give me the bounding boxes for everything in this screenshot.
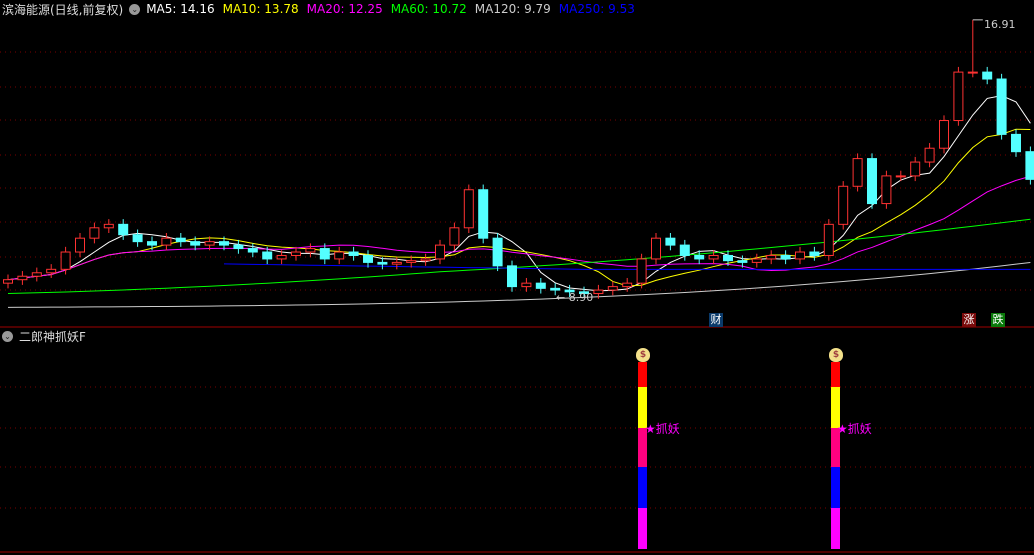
candle-body (17, 275, 28, 281)
candle-body (1025, 151, 1034, 180)
candle-body (881, 175, 892, 205)
candle-body (291, 251, 301, 256)
candle-body (780, 254, 791, 260)
low-price-label: ← 8.90 (556, 291, 594, 304)
ma60-line (7, 218, 1031, 295)
candle-body (391, 261, 402, 265)
candle-body (60, 251, 71, 270)
candle-body (507, 265, 517, 288)
candle-body (247, 248, 258, 253)
candle-body (449, 227, 460, 246)
candle-body (651, 237, 661, 260)
candle-body (607, 286, 618, 291)
ma5-line (7, 95, 1031, 292)
candle-body (420, 258, 431, 262)
candle-body (262, 251, 273, 260)
candle-body (953, 71, 964, 122)
candle-body (838, 185, 849, 225)
candle-body (348, 251, 359, 256)
candle-body (147, 241, 157, 246)
candle-body (219, 241, 229, 246)
candle-body (535, 282, 546, 289)
candle-body (103, 223, 114, 229)
price-chart[interactable] (0, 0, 1034, 555)
candle-body (3, 279, 13, 284)
candle-body (982, 71, 993, 80)
signal-bar-segment (831, 467, 840, 508)
candle-body (175, 237, 186, 243)
candle-body (319, 248, 330, 260)
candle-body (89, 227, 100, 239)
signal-bar-segment (638, 508, 647, 549)
candle-body (132, 234, 143, 243)
candle-body (46, 268, 57, 274)
candle-body (204, 241, 215, 246)
signal-label: ★抓妖 (837, 422, 872, 436)
candle-body (190, 241, 201, 246)
candle-body (766, 254, 777, 260)
candle-body (521, 282, 532, 288)
candle-body (622, 282, 633, 288)
candle-body (924, 147, 935, 163)
candle-body (823, 223, 834, 256)
indicator-title: 二郎神抓妖F (19, 329, 86, 344)
candle-body (31, 272, 42, 277)
candle-body (895, 175, 906, 178)
candle-body (795, 251, 805, 260)
candle-body (679, 244, 690, 256)
ma20-line (7, 175, 1031, 281)
candle-body (492, 237, 503, 267)
candle-body (1011, 133, 1021, 153)
ma10-line (7, 128, 1031, 287)
signal-bar-segment (638, 467, 647, 508)
candle-body (751, 258, 762, 263)
candle-body (463, 189, 474, 229)
candle-body (967, 71, 978, 74)
candle-body (406, 260, 417, 263)
candle-body (118, 223, 129, 236)
candle-body (867, 158, 877, 205)
candle-body (435, 244, 445, 260)
candle-body (910, 161, 921, 177)
chevron-down-icon[interactable]: ⌄ (2, 330, 13, 342)
die-marker[interactable]: 跌 (991, 313, 1005, 327)
candle-body (334, 251, 345, 260)
indicator-header: ⌄ 二郎神抓妖F (2, 328, 86, 344)
high-price-label: 16.91 (984, 18, 1016, 31)
candle-body (233, 244, 244, 250)
candle-body (161, 237, 172, 246)
money-bag-icon: $ (636, 348, 650, 362)
signal-bar-segment (638, 362, 647, 387)
candle-body (377, 261, 388, 265)
candle-body (665, 237, 676, 246)
low-price-value: 8.90 (568, 291, 594, 304)
candle-body (809, 251, 820, 256)
candle-body (636, 258, 647, 284)
candle-body (75, 237, 85, 253)
signal-label: ★抓妖 (645, 422, 680, 436)
candle-body (305, 248, 316, 253)
candle-body (939, 120, 949, 149)
candle-body (478, 189, 489, 239)
candle-body (723, 254, 733, 262)
candle-body (550, 287, 561, 291)
candle-body (593, 289, 604, 295)
candle-body (363, 254, 373, 263)
candle-body (708, 254, 719, 260)
money-bag-icon: $ (829, 348, 843, 362)
candle-body (694, 254, 705, 260)
zhang-marker[interactable]: 涨 (962, 313, 976, 327)
candle-body (996, 78, 1007, 135)
candle-body (276, 254, 287, 260)
candle-body (852, 158, 863, 187)
cai-marker[interactable]: 财 (709, 313, 723, 327)
signal-bar-segment (831, 508, 840, 549)
signal-bar-segment (831, 362, 840, 387)
candle-body (737, 260, 748, 263)
